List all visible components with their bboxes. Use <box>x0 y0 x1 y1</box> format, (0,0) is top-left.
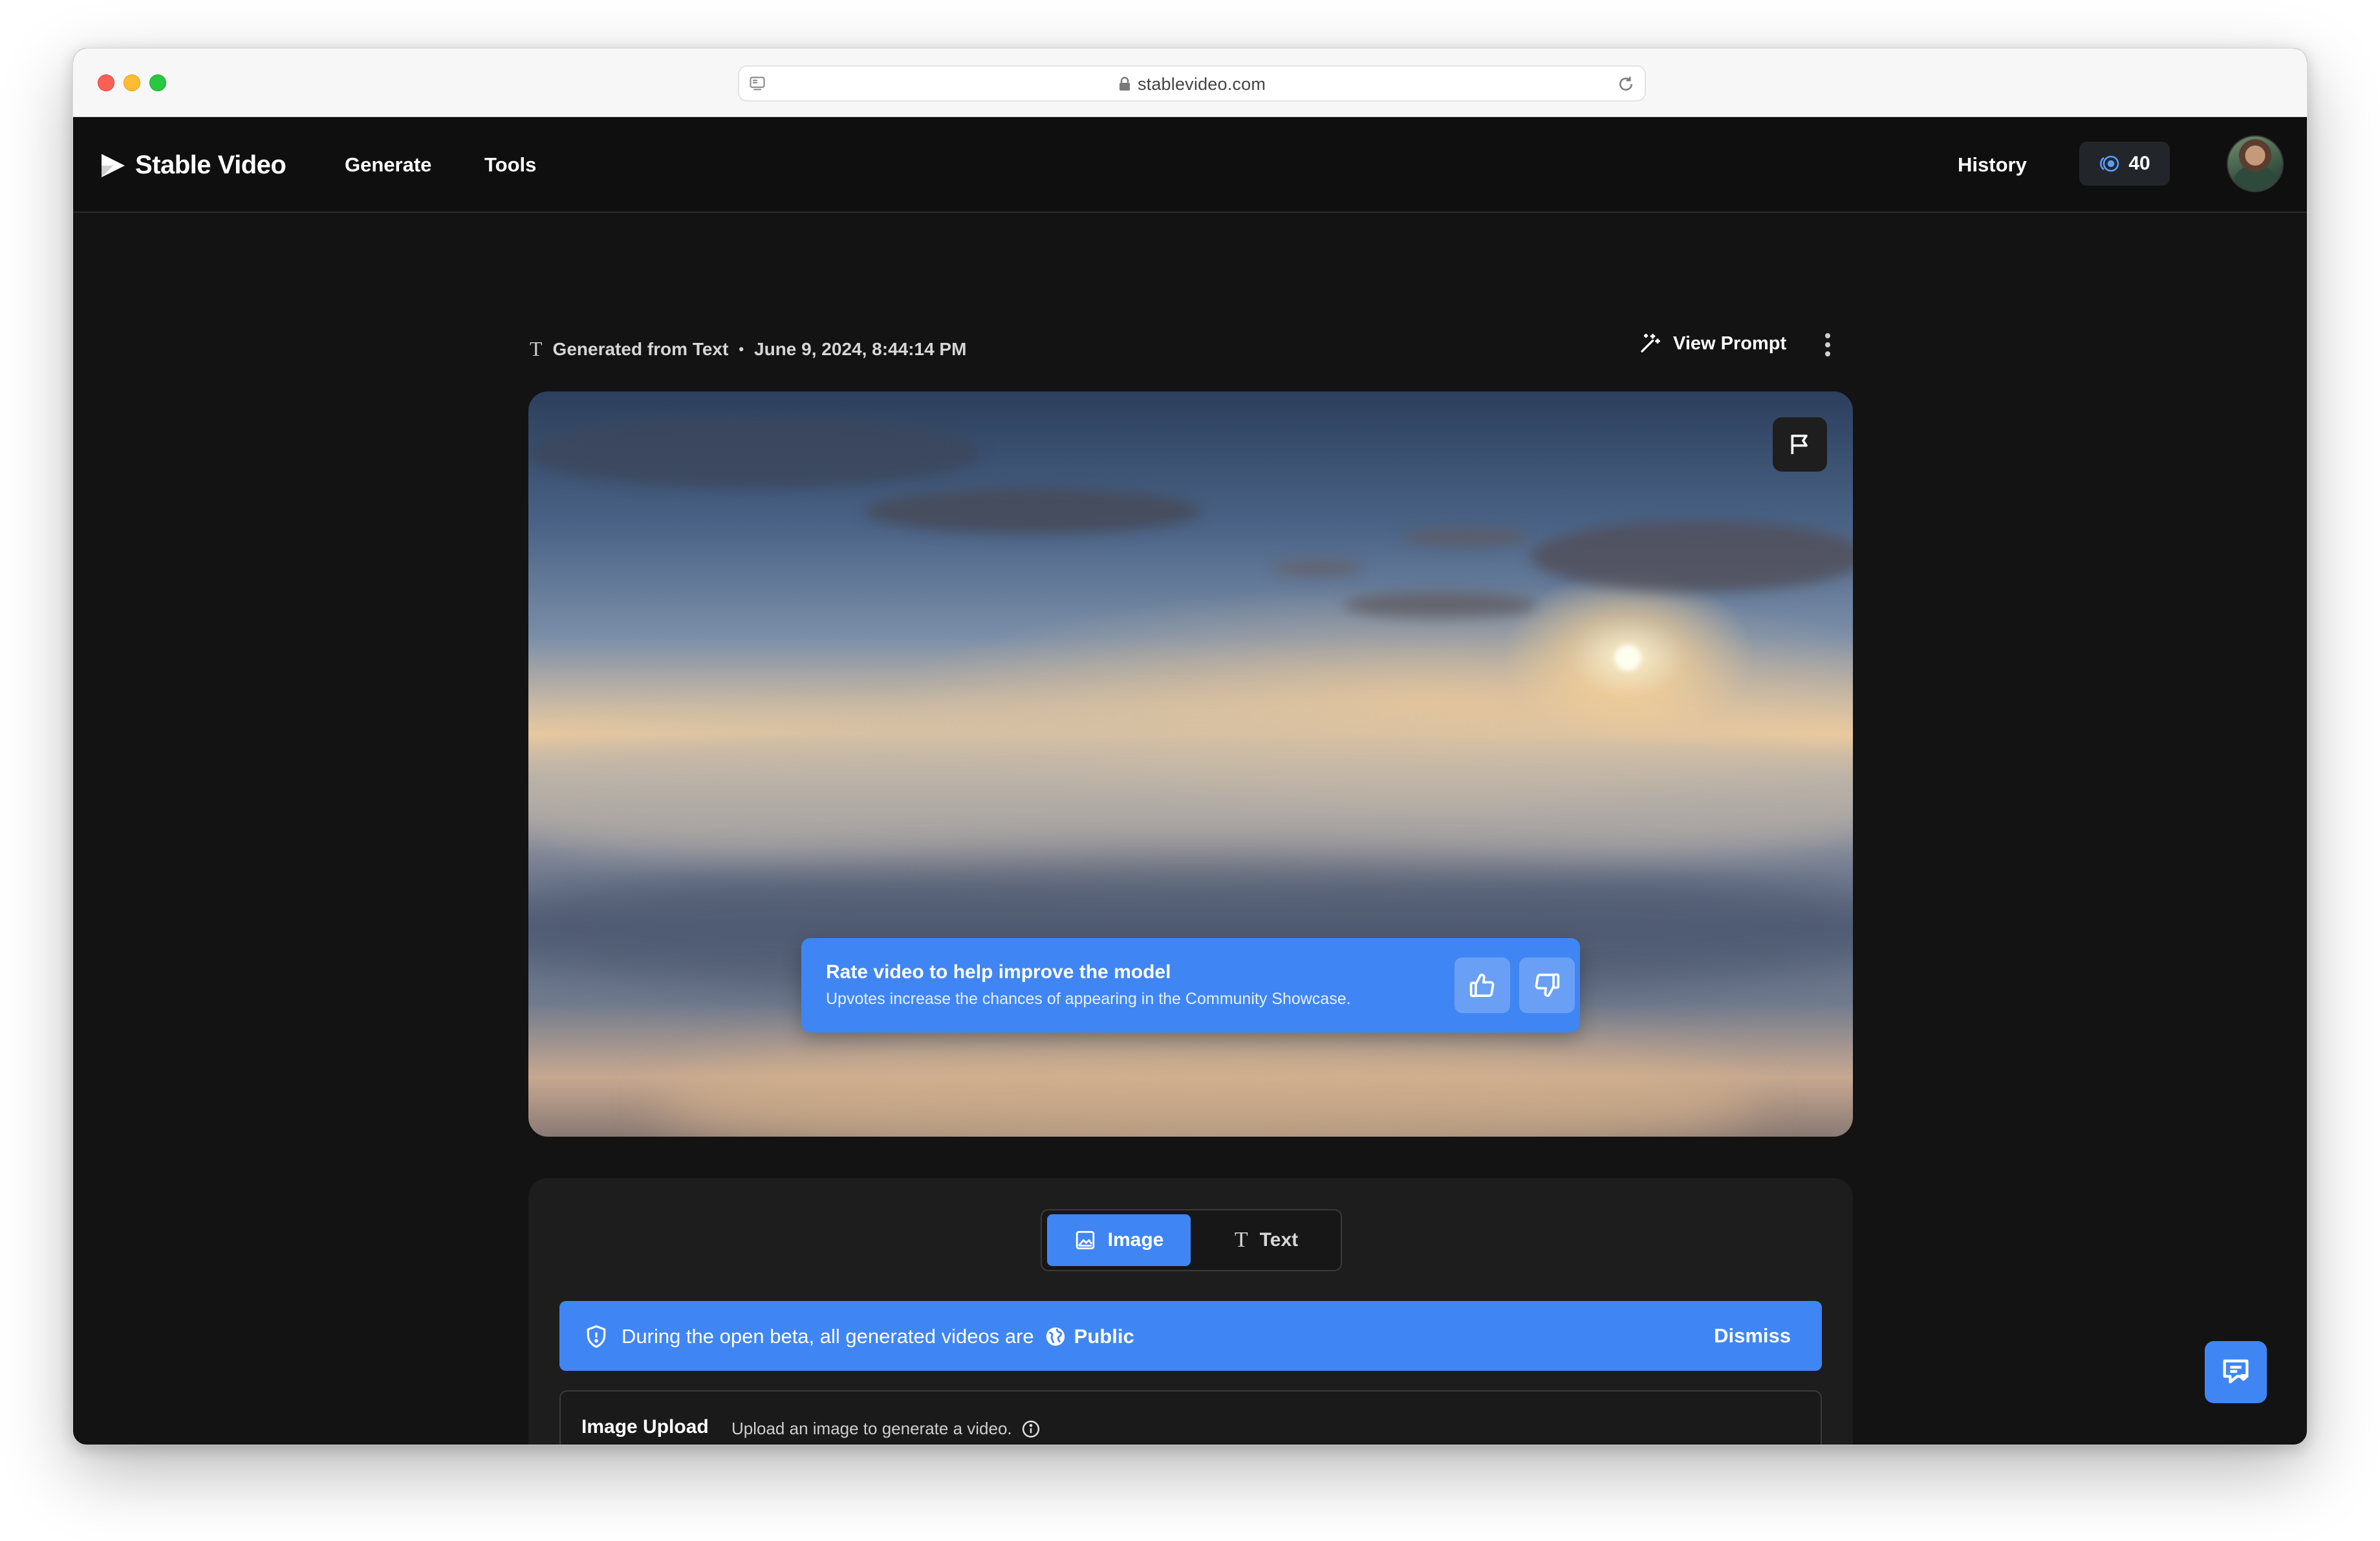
flag-icon <box>1791 434 1808 454</box>
thumbs-down-icon <box>1535 973 1560 997</box>
close-window-button[interactable] <box>98 74 114 91</box>
tab-text[interactable]: T Text <box>1196 1214 1337 1266</box>
cloud-shape <box>1343 592 1537 618</box>
cloud-sea <box>658 1038 1757 1137</box>
maximize-window-button[interactable] <box>149 74 166 91</box>
view-prompt-button[interactable]: View Prompt <box>1638 332 1786 355</box>
nav-generate[interactable]: Generate <box>345 153 431 177</box>
rate-video-card: Rate video to help improve the model Upv… <box>801 938 1580 1033</box>
url-text: stablevideo.com <box>1137 74 1266 94</box>
generation-source: Generated from Text <box>552 338 729 359</box>
url-display: stablevideo.com <box>739 74 1645 94</box>
view-prompt-label: View Prompt <box>1673 333 1787 354</box>
generation-timestamp: June 9, 2024, 8:44:14 PM <box>754 338 967 359</box>
address-bar[interactable]: stablevideo.com <box>738 65 1646 102</box>
credits-icon <box>2100 155 2119 172</box>
feedback-button[interactable] <box>2205 1341 2267 1403</box>
shield-icon <box>587 1325 606 1348</box>
sun-glow <box>1615 645 1641 671</box>
globe-icon <box>1046 1327 1065 1346</box>
visibility-label: Public <box>1074 1325 1134 1348</box>
cloud-shape <box>528 417 981 488</box>
more-options-icon[interactable] <box>1818 331 1837 359</box>
magic-wand-icon <box>1641 333 1660 353</box>
downvote-button[interactable] <box>1519 957 1575 1013</box>
rate-title: Rate video to help improve the model <box>826 961 1171 983</box>
tab-text-label: Text <box>1259 1229 1299 1251</box>
credits-badge[interactable]: 40 <box>2079 142 2170 186</box>
generate-panel: Image T Text During the open beta, all g… <box>528 1178 1853 1445</box>
upload-description: Upload an image to generate a video. <box>731 1419 1012 1438</box>
beta-message: During the open beta, all generated vide… <box>622 1325 1034 1348</box>
browser-toolbar: stablevideo.com <box>73 49 2307 117</box>
video-player[interactable]: Rate video to help improve the model Upv… <box>528 391 1853 1137</box>
lock-icon <box>1119 76 1130 91</box>
brand-logo[interactable]: Stable Video <box>99 151 287 180</box>
rate-subtitle: Upvotes increase the chances of appearin… <box>826 990 1351 1008</box>
image-upload-section[interactable]: Image Upload Upload an image to generate… <box>559 1390 1822 1445</box>
minimize-window-button[interactable] <box>124 74 140 91</box>
credits-count: 40 <box>2128 153 2150 174</box>
tab-image-label: Image <box>1107 1229 1164 1251</box>
feedback-chat-icon <box>2223 1359 2249 1384</box>
video-meta: T Generated from Text • June 9, 2024, 8:… <box>530 337 966 361</box>
input-mode-tabs: Image T Text <box>1041 1209 1342 1271</box>
nav-tools[interactable]: Tools <box>484 153 536 177</box>
cloud-shape <box>1272 560 1363 576</box>
info-icon[interactable] <box>1021 1419 1041 1439</box>
app-header: Stable Video Generate Tools History 40 <box>73 117 2307 213</box>
upload-description-row: Upload an image to generate a video. <box>731 1419 1041 1439</box>
beta-notice-banner: During the open beta, all generated vide… <box>559 1301 1822 1371</box>
reload-icon[interactable] <box>1616 74 1636 94</box>
play-logo-icon <box>102 153 125 177</box>
text-type-icon: T <box>530 337 543 360</box>
browser-window: stablevideo.com Stable Video Generate To… <box>72 48 2308 1445</box>
nav-history[interactable]: History <box>1958 153 2027 177</box>
meta-separator: • <box>739 340 744 357</box>
brand-name: Stable Video <box>135 151 287 179</box>
thumbs-up-icon <box>1469 974 1495 998</box>
text-icon: T <box>1234 1228 1248 1252</box>
user-avatar[interactable] <box>2227 135 2284 192</box>
image-icon <box>1076 1230 1094 1250</box>
dismiss-button[interactable]: Dismiss <box>1714 1324 1791 1348</box>
tab-image[interactable]: Image <box>1047 1214 1191 1266</box>
visibility-indicator: Public <box>1044 1325 1134 1348</box>
beta-notice-content: During the open beta, all generated vide… <box>584 1324 1134 1349</box>
cloud-shape <box>1531 521 1853 592</box>
cloud-shape <box>865 488 1201 534</box>
upvote-button[interactable] <box>1455 957 1510 1013</box>
upload-title: Image Upload <box>581 1416 709 1437</box>
cloud-shape <box>1401 527 1531 547</box>
report-button[interactable] <box>1773 417 1827 472</box>
